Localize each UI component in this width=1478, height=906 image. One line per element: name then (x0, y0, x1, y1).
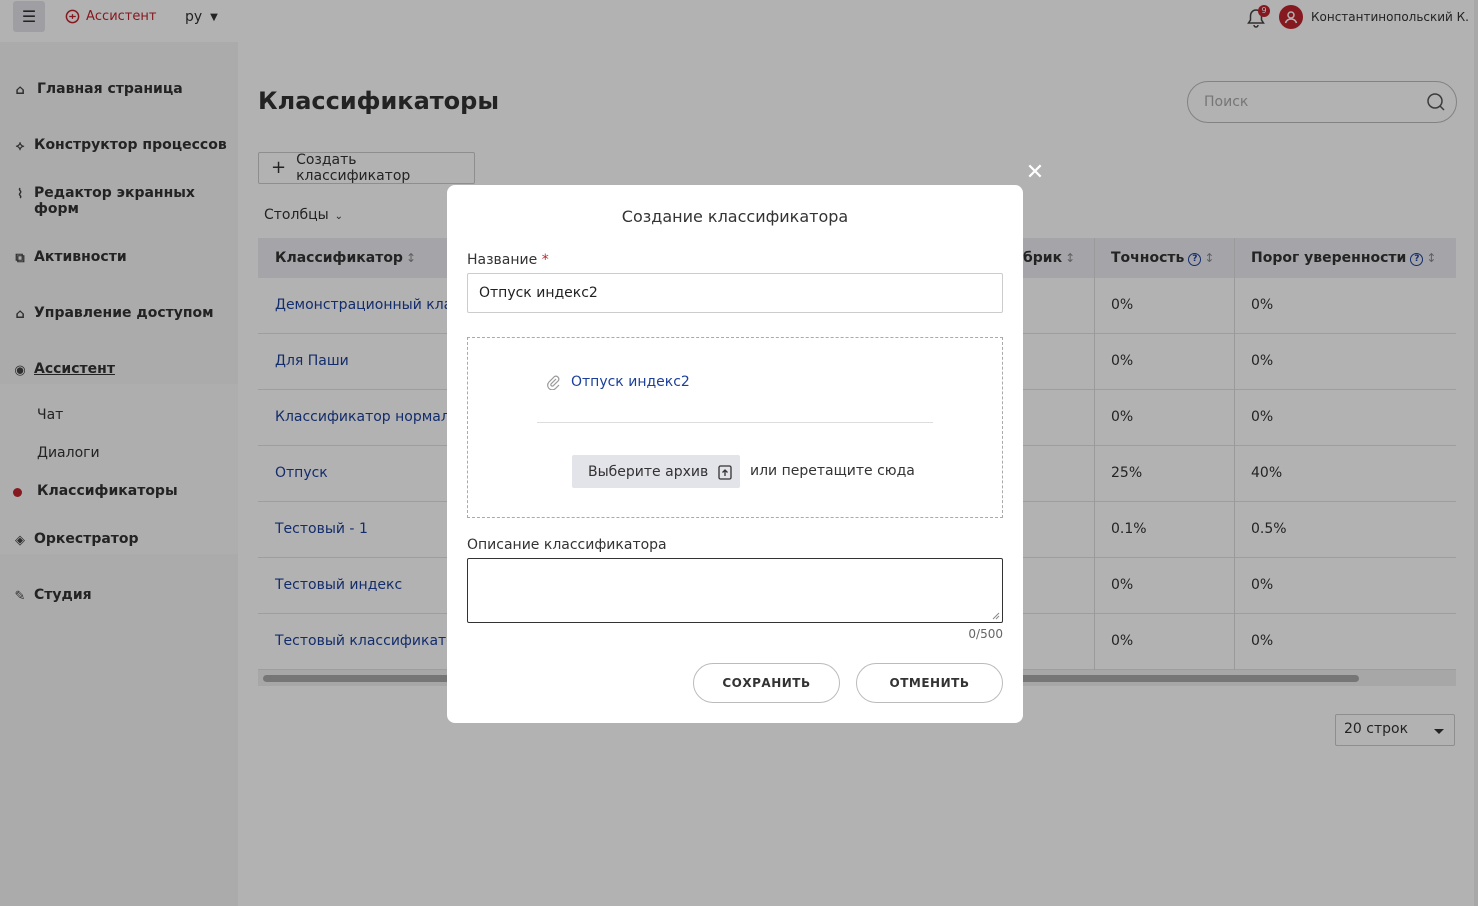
drag-hint: или перетащите сюда (750, 463, 915, 479)
file-name-link[interactable]: Отпуск индекс2 (571, 374, 690, 390)
description-label: Описание классификатора (467, 537, 667, 553)
description-textarea[interactable] (467, 558, 1003, 623)
cancel-button[interactable]: ОТМЕНИТЬ (856, 663, 1003, 703)
char-counter: 0/500 (968, 627, 1003, 641)
name-label: Название * (467, 252, 549, 268)
upload-icon (718, 464, 732, 480)
name-field[interactable]: Отпуск индекс2 (467, 273, 1003, 313)
save-button[interactable]: СОХРАНИТЬ (693, 663, 840, 703)
dialog-title: Создание классификатора (621, 207, 849, 226)
paperclip-icon (547, 375, 560, 390)
page-scrollbar[interactable] (1474, 0, 1478, 906)
close-icon[interactable]: ✕ (1025, 162, 1045, 184)
choose-archive-label: Выберите архив (588, 463, 709, 480)
attached-file[interactable]: Отпуск индекс2 (545, 374, 690, 390)
divider (537, 422, 933, 423)
create-classifier-dialog: Создание классификатора Название * Отпус… (447, 185, 1023, 723)
resize-handle-icon[interactable] (992, 612, 1000, 620)
required-mark: * (541, 252, 549, 268)
choose-archive-button[interactable]: Выберите архив (572, 455, 740, 488)
file-dropzone[interactable]: Отпуск индекс2 Выберите архив или перета… (467, 337, 1003, 518)
